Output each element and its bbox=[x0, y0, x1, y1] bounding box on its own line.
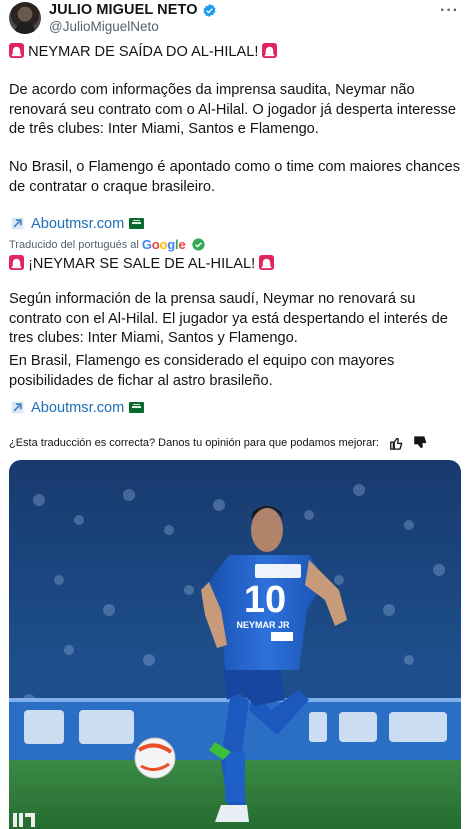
user-handle[interactable]: @JulioMiguelNeto bbox=[49, 19, 159, 34]
headline-text: NEYMAR DE SAÍDA DO AL-HILAL! bbox=[28, 44, 259, 60]
tweet-photo[interactable]: 10 NEYMAR JR bbox=[9, 460, 461, 829]
thumbs-up-icon[interactable] bbox=[389, 436, 403, 450]
translation-label-text: Traducido del portugués al bbox=[9, 238, 139, 251]
original-paragraph-2: No Brasil, o Flamengo é apontado como o … bbox=[9, 159, 461, 195]
verified-badge-icon bbox=[203, 3, 216, 17]
translated-headline-text: ¡NEYMAR SE SALE DE AL-HILAL! bbox=[28, 256, 256, 272]
more-horizontal-icon[interactable]: ··· bbox=[440, 2, 459, 20]
translation-feedback: ¿Esta traducción es correcta? Danos tu o… bbox=[9, 436, 461, 450]
source-link[interactable]: Aboutmsr.com bbox=[31, 216, 124, 232]
author-name-row: JULIO MIGUEL NETO bbox=[49, 2, 217, 18]
football bbox=[134, 737, 176, 779]
siren-icon bbox=[9, 255, 24, 270]
saudi-flag-icon bbox=[129, 218, 145, 229]
jersey-number: 10 bbox=[244, 579, 286, 621]
avatar[interactable] bbox=[9, 2, 41, 34]
check-circle-icon bbox=[192, 238, 206, 251]
display-name[interactable]: JULIO MIGUEL NETO bbox=[49, 2, 198, 18]
google-logo: Google bbox=[141, 237, 186, 252]
translated-paragraph-1: Según información de la prensa saudí, Ne… bbox=[9, 291, 448, 346]
original-headline: NEYMAR DE SAÍDA DO AL-HILAL! bbox=[9, 43, 461, 63]
link-icon bbox=[11, 217, 24, 230]
saudi-flag-icon bbox=[129, 402, 145, 413]
siren-icon bbox=[9, 43, 24, 58]
translated-headline: ¡NEYMAR SE SALE DE AL-HILAL! bbox=[9, 255, 461, 275]
translated-paragraph-2: En Brasil, Flamengo es considerado el eq… bbox=[9, 353, 395, 389]
translated-link-row: Aboutmsr.com bbox=[9, 399, 145, 416]
original-paragraph-1: De acordo com informações da imprensa sa… bbox=[9, 82, 456, 137]
tweet-header: JULIO MIGUEL NETO @JulioMiguelNeto ··· bbox=[9, 2, 459, 34]
siren-icon bbox=[259, 255, 275, 270]
jersey-name: NEYMAR JR bbox=[236, 620, 290, 630]
translation-label: Traducido del portugués al Google bbox=[9, 237, 206, 252]
neymar-photo: 10 NEYMAR JR bbox=[9, 460, 461, 829]
feedback-question: ¿Esta traducción es correcta? Danos tu o… bbox=[9, 437, 379, 449]
original-link-row: Aboutmsr.com bbox=[9, 215, 145, 232]
link-icon bbox=[11, 401, 24, 414]
feedback-buttons bbox=[389, 436, 427, 450]
translated-source-link[interactable]: Aboutmsr.com bbox=[31, 400, 124, 416]
siren-icon bbox=[262, 43, 278, 58]
thumbs-down-icon[interactable] bbox=[413, 436, 427, 450]
